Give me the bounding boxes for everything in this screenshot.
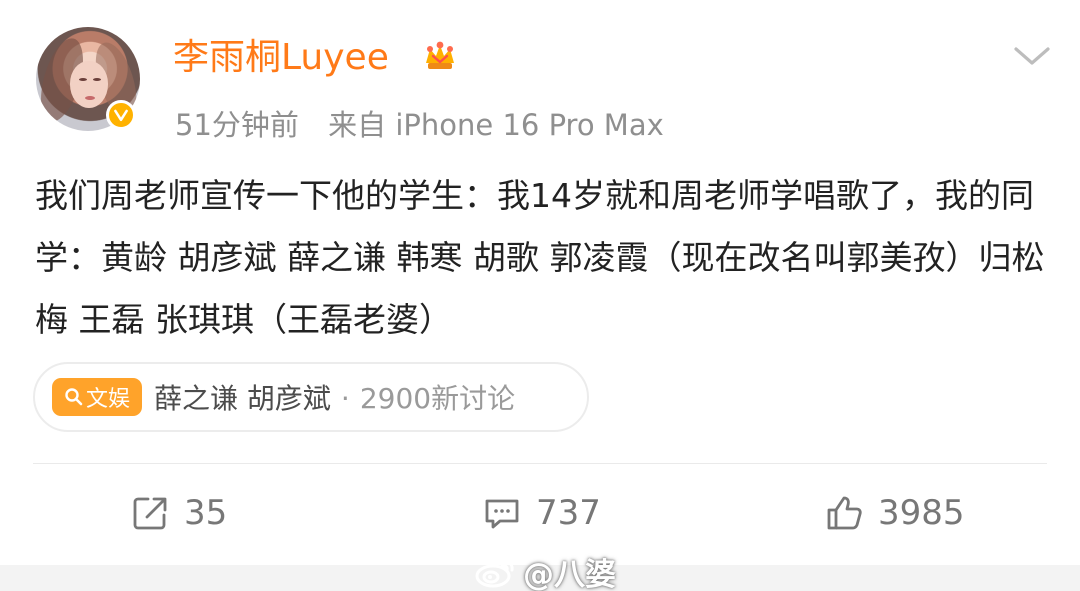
comment-button[interactable]: 737 <box>482 487 601 539</box>
comment-count: 737 <box>536 493 601 533</box>
avatar-eye-left <box>79 78 87 81</box>
divider <box>33 463 1047 464</box>
topic-tag-label: 文娱 <box>85 387 130 412</box>
share-count: 35 <box>184 493 228 533</box>
post-content: 我们周老师宣传一下他的学生：我14岁就和周老师学唱歌了，我的同学：黄龄 胡彦斌 … <box>35 176 1045 339</box>
topic-tag[interactable]: 文娱 <box>52 378 142 416</box>
share-icon <box>133 497 167 530</box>
avatar-face <box>70 61 108 108</box>
chevron-down-icon[interactable] <box>1012 42 1052 70</box>
topic-names: 薛之谦 胡彦斌 <box>154 382 331 415</box>
like-button[interactable]: 3985 <box>824 487 965 539</box>
avatar-eye-right <box>93 78 101 81</box>
verified-icon-svg <box>114 109 128 122</box>
share-button[interactable]: 35 <box>130 487 227 539</box>
like-icon <box>827 496 862 530</box>
username[interactable]: 李雨桐Luyee <box>173 34 389 82</box>
watermark-text: @八婆 <box>523 557 616 591</box>
post-source: 来自 iPhone 16 Pro Max <box>328 108 664 142</box>
post-meta: 51分钟前 来自 iPhone 16 Pro Max <box>175 102 664 144</box>
like-count: 3985 <box>878 493 965 533</box>
comment-icon <box>485 499 519 529</box>
verified-icon <box>106 100 136 130</box>
topic-pill[interactable]: 文娱 薛之谦 胡彦斌 · 2900新讨论 <box>33 362 589 432</box>
avatar-mouth <box>85 96 95 100</box>
topic-text: 薛之谦 胡彦斌 · 2900新讨论 <box>154 377 515 417</box>
weibo-icon <box>475 558 514 587</box>
crown-icon <box>426 41 454 69</box>
post-time: 51分钟前 <box>175 108 299 142</box>
watermark: @八婆 <box>473 549 616 591</box>
search-icon <box>65 388 83 406</box>
topic-count: 2900新讨论 <box>359 382 516 415</box>
topic-separator: · <box>340 382 350 415</box>
weibo-post-card: 李雨桐Luyee 51分钟前 来自 iPhone 16 Pro Max 我们周老… <box>0 0 1080 591</box>
